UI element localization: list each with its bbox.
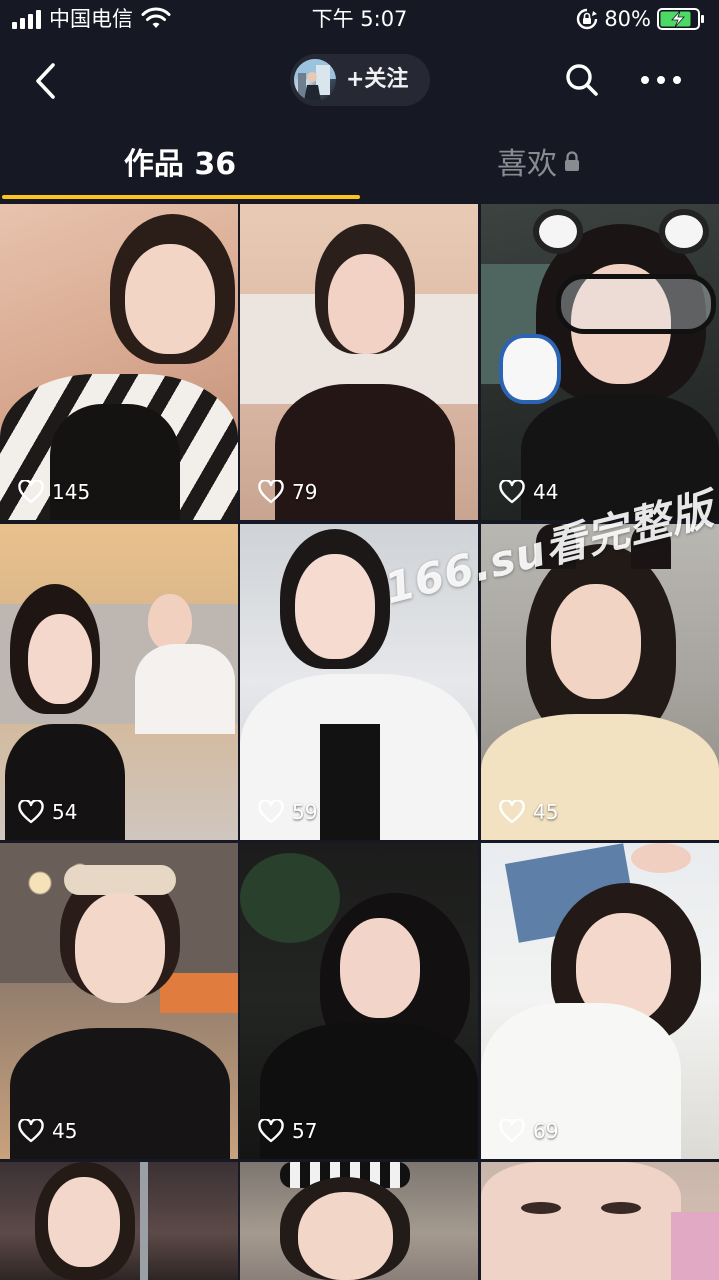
like-count-value: 145 bbox=[52, 480, 91, 504]
thumbnail-image bbox=[240, 1162, 478, 1280]
battery-charging-icon bbox=[657, 8, 704, 30]
tab-likes-label: 喜欢 bbox=[497, 147, 557, 182]
video-thumbnail[interactable]: 45 bbox=[0, 843, 238, 1159]
like-count: 44 bbox=[499, 480, 558, 504]
thumbnail-image bbox=[481, 1162, 719, 1280]
video-thumbnail[interactable] bbox=[0, 1162, 238, 1280]
avatar[interactable] bbox=[294, 59, 336, 101]
tab-works[interactable]: 作品 36 bbox=[0, 124, 360, 198]
like-count: 45 bbox=[18, 1119, 77, 1143]
like-count-value: 45 bbox=[533, 800, 559, 824]
like-count: 57 bbox=[258, 1119, 317, 1143]
status-right: 80% bbox=[576, 6, 705, 32]
like-count: 59 bbox=[258, 800, 317, 824]
back-icon bbox=[36, 63, 55, 99]
video-thumbnail[interactable]: 54 bbox=[0, 524, 238, 840]
heart-icon bbox=[258, 1119, 284, 1143]
video-thumbnail[interactable]: 145 bbox=[0, 204, 238, 520]
heart-icon bbox=[499, 800, 525, 824]
search-icon bbox=[566, 64, 598, 96]
video-grid: 145 79 44 54 59 45 45 57 69 166.su看完整版 bbox=[0, 204, 719, 1280]
thumbnail-image bbox=[0, 843, 238, 1159]
heart-icon bbox=[18, 1119, 44, 1143]
back-button[interactable] bbox=[22, 58, 68, 104]
video-thumbnail[interactable]: 69 bbox=[481, 843, 719, 1159]
nav-bar: +关注 bbox=[0, 40, 719, 124]
tab-likes[interactable]: 喜欢 bbox=[359, 124, 719, 198]
status-bar: 中国电信 下午 5:07 80% bbox=[0, 0, 719, 40]
thumbnail-image bbox=[0, 204, 238, 520]
tab-indicator bbox=[2, 195, 360, 199]
follow-label: +关注 bbox=[346, 67, 409, 92]
like-count-value: 45 bbox=[52, 1119, 78, 1143]
heart-icon bbox=[499, 1119, 525, 1143]
profile-tabs: 作品 36 喜欢 bbox=[0, 124, 719, 200]
thumbnail-image bbox=[481, 204, 719, 520]
like-count-value: 79 bbox=[292, 480, 318, 504]
thumbnail-image bbox=[0, 524, 238, 840]
like-count: 54 bbox=[18, 800, 77, 824]
more-button[interactable] bbox=[636, 58, 686, 102]
thumbnail-image bbox=[240, 843, 478, 1159]
heart-icon bbox=[499, 480, 525, 504]
lock-icon bbox=[565, 151, 579, 171]
like-count-value: 54 bbox=[52, 800, 78, 824]
like-count-value: 69 bbox=[533, 1119, 559, 1143]
follow-button[interactable]: +关注 bbox=[290, 54, 430, 106]
heart-icon bbox=[18, 800, 44, 824]
more-icon bbox=[641, 76, 681, 84]
battery-percent: 80% bbox=[604, 7, 651, 31]
video-thumbnail[interactable] bbox=[240, 1162, 478, 1280]
thumbnail-image bbox=[0, 1162, 238, 1280]
video-thumbnail[interactable]: 44 bbox=[481, 204, 719, 520]
video-thumbnail[interactable] bbox=[481, 1162, 719, 1280]
like-count: 45 bbox=[499, 800, 558, 824]
orientation-lock-icon bbox=[577, 8, 598, 30]
like-count: 79 bbox=[258, 480, 317, 504]
heart-icon bbox=[18, 480, 44, 504]
like-count-value: 44 bbox=[533, 480, 559, 504]
heart-icon bbox=[258, 800, 284, 824]
like-count: 69 bbox=[499, 1119, 558, 1143]
video-thumbnail[interactable]: 57 bbox=[240, 843, 478, 1159]
thumbnail-image bbox=[481, 843, 719, 1159]
like-count: 145 bbox=[18, 480, 90, 504]
tab-works-label: 作品 36 bbox=[123, 147, 237, 182]
heart-icon bbox=[258, 480, 284, 504]
like-count-value: 59 bbox=[292, 800, 318, 824]
thumbnail-image bbox=[240, 204, 478, 520]
video-thumbnail[interactable]: 79 bbox=[240, 204, 478, 520]
like-count-value: 57 bbox=[292, 1119, 318, 1143]
search-button[interactable] bbox=[560, 58, 604, 102]
